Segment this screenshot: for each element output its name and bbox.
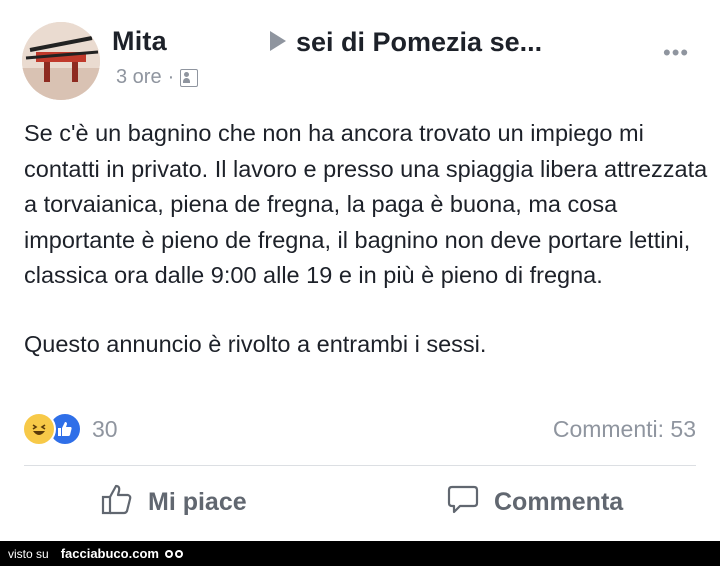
reactions-count: 30 [92, 415, 118, 442]
eyes-logo-icon [164, 549, 183, 558]
haha-icon [22, 412, 56, 446]
like-label: Mi piace [148, 488, 247, 516]
meta-separator: · [167, 66, 175, 88]
comment-label: Commenta [494, 488, 624, 516]
divider [24, 465, 696, 466]
post-body: Se c'è un bagnino che non ha ancora trov… [24, 116, 714, 362]
speech-bubble-icon [446, 482, 480, 523]
author-name[interactable]: Mita [112, 26, 167, 57]
post-header: Mita sei di Pomezia se... ••• 3 ore · [0, 0, 720, 110]
author-avatar[interactable] [22, 22, 100, 100]
like-button[interactable]: Mi piace [100, 482, 247, 523]
watermark-site[interactable]: facciabuco.com [61, 546, 159, 561]
shared-to-arrow-icon [270, 31, 286, 51]
comment-button[interactable]: Commenta [446, 482, 623, 523]
post-paragraph: Questo annuncio è rivolto a entrambi i s… [24, 330, 487, 357]
group-name[interactable]: sei di Pomezia se... [296, 27, 542, 58]
post-meta: 3 ore · [116, 66, 199, 89]
post-time[interactable]: 3 ore [116, 66, 162, 89]
watermark-bar: visto su facciabuco.com [0, 541, 720, 566]
post-paragraph: Se c'è un bagnino che non ha ancora trov… [24, 120, 708, 288]
more-options-icon[interactable]: ••• [663, 40, 689, 66]
reactions-summary[interactable]: 30 [22, 412, 118, 446]
watermark-visto-su: visto su [8, 546, 49, 561]
group-audience-icon [180, 68, 199, 87]
thumbs-up-icon [100, 482, 134, 523]
comments-count[interactable]: Commenti: 53 [553, 416, 696, 443]
